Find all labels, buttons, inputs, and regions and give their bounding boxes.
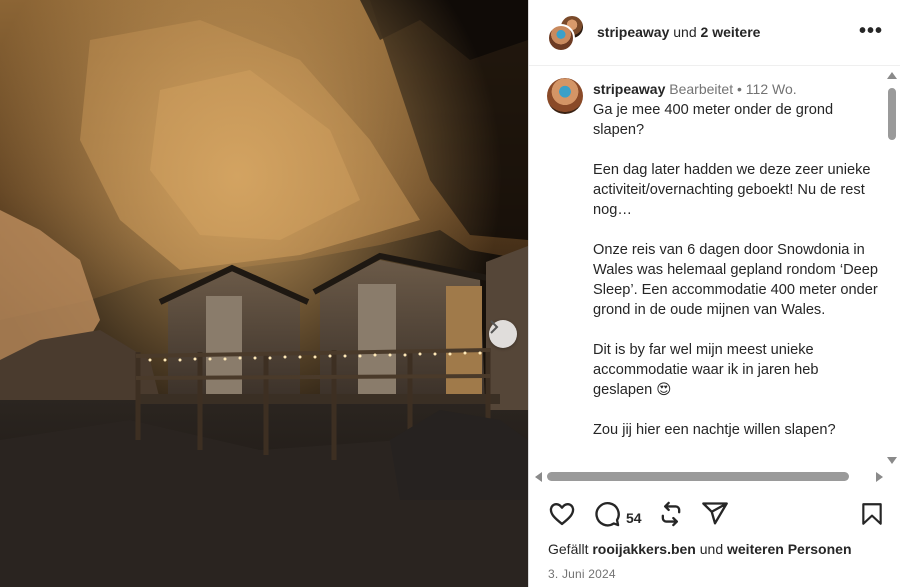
bookmark-icon [862,503,882,525]
caption-username[interactable]: stripeaway [593,81,665,97]
header-and: und [673,24,697,40]
avatar[interactable] [547,24,575,52]
scroll-up-arrow-icon[interactable] [887,72,897,79]
likes-summary: Gefällt rooijakkers.ben und weiteren Per… [548,541,852,557]
scrollbar-thumb[interactable] [547,472,849,481]
header-others[interactable]: 2 weitere [701,24,761,40]
post-date[interactable]: 3. Juni 2024 [548,567,616,581]
avatar[interactable] [547,78,583,114]
edited-label: Bearbeitet [669,81,734,97]
heart-icon [549,503,575,526]
comment-count: 54 [626,510,642,526]
scroll-right-arrow-icon[interactable] [876,472,883,482]
caption-text: Ga je mee 400 meter onder de grond slape… [593,100,878,460]
save-button[interactable] [859,500,885,533]
comment-icon [595,502,620,527]
likes-others[interactable]: weiteren Personen [727,541,852,557]
scroll-left-arrow-icon[interactable] [535,472,542,482]
vertical-scrollbar[interactable] [884,72,900,470]
action-bar: 54 [529,500,900,532]
caption-header: stripeaway Bearbeitet • 112 Wo. [593,81,797,97]
more-horizontal-icon: ••• [858,20,883,42]
separator: • [736,81,742,97]
scroll-down-arrow-icon[interactable] [887,457,897,464]
post-side-panel: stripeaway und 2 weitere ••• stripeaway … [528,0,900,587]
likes-user[interactable]: rooijakkers.ben [592,541,696,557]
caption-paragraph: Dit is by far wel mijn meest unieke acco… [593,342,819,398]
comment-button[interactable] [593,500,621,533]
post-image[interactable] [0,0,528,587]
cave-photo [0,0,528,587]
send-icon [702,502,728,525]
chevron-right-icon [490,320,499,334]
header-username[interactable]: stripeaway [597,24,669,40]
caption-paragraph: Ga je mee 400 meter onder de grond slape… [593,102,834,138]
scrollbar-thumb[interactable] [888,88,896,140]
likes-prefix: Gefällt [548,541,589,557]
post-header: stripeaway und 2 weitere ••• [529,0,900,66]
share-button[interactable] [701,500,729,533]
horizontal-scrollbar[interactable] [531,470,883,484]
time-ago[interactable]: 112 Wo. [746,81,797,97]
more-options-button[interactable]: ••• [858,20,883,42]
likes-middle: und [699,541,724,557]
caption-scroll-area[interactable]: stripeaway Bearbeitet • 112 Wo. Ga je me… [529,66,900,470]
repost-icon [661,501,681,527]
next-image-button[interactable] [489,320,517,348]
collab-avatars[interactable] [547,14,585,52]
caption-paragraph: Onze reis van 6 dagen door Snowdonia in … [593,242,879,318]
collab-names: stripeaway und 2 weitere [597,24,760,40]
caption-paragraph: Zou jij hier een nachtje willen slapen? [593,422,836,438]
like-button[interactable] [548,500,576,533]
repost-button[interactable] [657,500,685,533]
caption-paragraph: Een dag later hadden we deze zeer unieke… [593,162,871,218]
